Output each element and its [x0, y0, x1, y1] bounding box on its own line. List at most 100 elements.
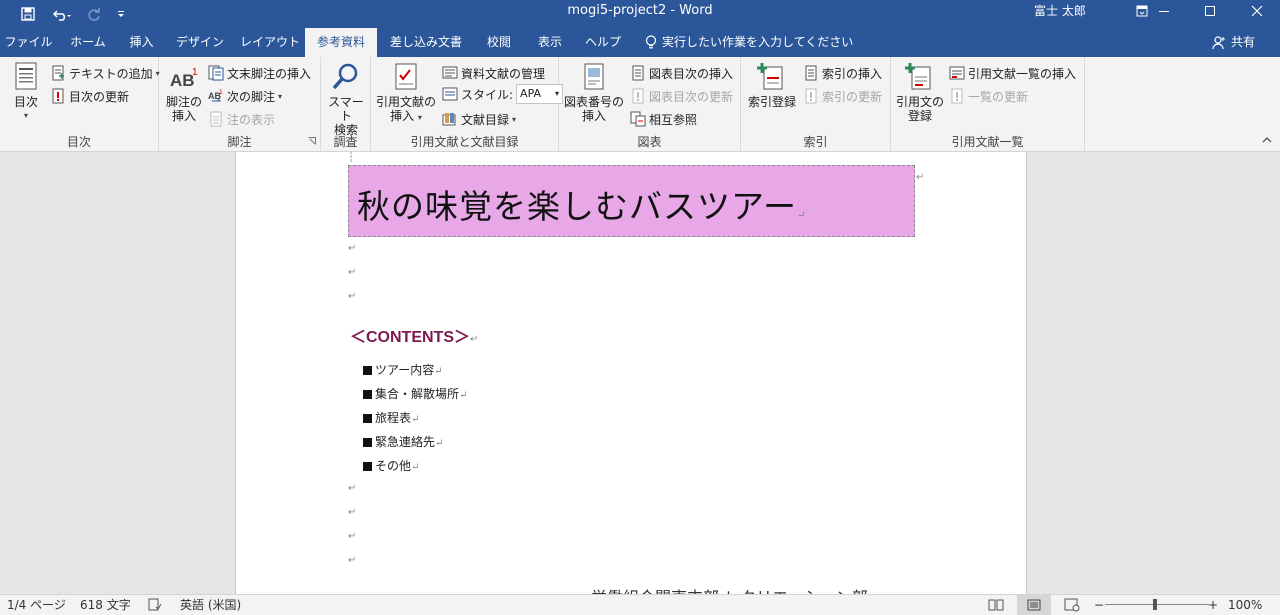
proofing-icon[interactable]	[148, 598, 162, 615]
insert-caption-label-2: 挿入	[581, 109, 606, 123]
zoom-in-button[interactable]: +	[1208, 595, 1218, 615]
style-selector: スタイル: APA ▾	[442, 84, 564, 104]
zoom-slider-thumb[interactable]	[1153, 599, 1157, 610]
group-toc: 目次 ▾ テキストの追加 ▾ 目次の更新 目次	[0, 57, 160, 152]
search-icon	[332, 63, 358, 90]
insert-citation-button[interactable]: 引用文献の 挿入 ▾	[375, 61, 437, 125]
mark-entry-icon	[757, 63, 783, 90]
table-of-contents-icon	[15, 62, 37, 90]
cross-reference-button[interactable]: 相互参照	[630, 109, 697, 129]
paragraph-mark: ↵	[411, 414, 420, 425]
insert-table-of-figures-button[interactable]: 図表目次の挿入	[630, 63, 733, 83]
list-item-text: その他	[375, 459, 412, 473]
show-notes-button[interactable]: 注の表示	[208, 109, 275, 129]
zoom-slider[interactable]	[1105, 604, 1209, 605]
tab-view[interactable]: 表示	[529, 28, 571, 57]
tell-me-search[interactable]: 実行したい作業を入力してください	[645, 28, 853, 57]
web-layout-icon[interactable]	[1064, 598, 1080, 615]
word-count[interactable]: 618 文字	[80, 595, 131, 615]
tab-design[interactable]: デザイン	[164, 28, 236, 57]
list-item: 旅程表↵	[363, 409, 419, 426]
update-toc-button[interactable]: 目次の更新	[50, 86, 129, 106]
show-notes-label: 注の表示	[227, 112, 276, 127]
show-notes-icon	[210, 111, 222, 127]
add-text-button[interactable]: テキストの追加 ▾	[50, 63, 160, 83]
print-layout-icon[interactable]	[1017, 595, 1051, 615]
page-count[interactable]: 1/4 ページ	[7, 595, 66, 615]
update-table-of-figures-button[interactable]: 図表目次の更新	[630, 86, 733, 106]
tab-mailings[interactable]: 差し込み文書	[381, 28, 471, 57]
square-bullet-icon	[363, 366, 372, 375]
paragraph-mark: ↵	[348, 531, 357, 542]
square-bullet-icon	[363, 390, 372, 399]
user-name[interactable]: 富士 太郎	[1034, 0, 1086, 22]
insert-endnote-label: 文末脚注の挿入	[227, 66, 312, 81]
insert-index-button[interactable]: 索引の挿入	[803, 63, 882, 83]
mark-citation-label-1: 引用文の	[895, 95, 944, 109]
manage-sources-icon	[442, 66, 458, 79]
insert-index-icon	[805, 65, 817, 81]
svg-text:1: 1	[219, 89, 223, 96]
update-index-button[interactable]: 索引の更新	[803, 86, 882, 106]
tab-insert[interactable]: 挿入	[119, 28, 164, 57]
tab-file[interactable]: ファイル	[0, 28, 57, 57]
collapse-ribbon-icon[interactable]	[1262, 133, 1272, 147]
dialog-launcher-icon[interactable]	[308, 134, 316, 148]
paragraph-mark: ↵	[348, 555, 357, 566]
insert-endnote-button[interactable]: 文末脚注の挿入	[208, 63, 311, 83]
update-table-icon	[52, 88, 64, 104]
next-footnote-button[interactable]: AB 1 次の脚注 ▾	[208, 86, 282, 106]
document-title-text: 秋の味覚を楽しむバスツアー	[357, 187, 798, 226]
square-bullet-icon	[363, 462, 372, 471]
list-item: 集合・解散場所↵	[363, 385, 467, 402]
insert-table-of-figures-label: 図表目次の挿入	[649, 66, 734, 81]
insert-footnote-button[interactable]: AB 1 脚注の 挿入	[163, 61, 205, 123]
group-label-table-of-authorities: 引用文献一覧	[951, 135, 1024, 149]
paragraph-mark: ┆	[348, 152, 355, 163]
maximize-icon[interactable]	[1187, 0, 1233, 22]
title-text-box[interactable]: 秋の味覚を楽しむバスツアー↵	[348, 165, 915, 237]
smart-lookup-label-1: スマート	[328, 95, 364, 123]
chevron-down-icon: ▾	[512, 114, 517, 124]
manage-sources-button[interactable]: 資料文献の管理	[442, 63, 545, 83]
tab-review[interactable]: 校閲	[478, 28, 520, 57]
citation-style-dropdown[interactable]: APA ▾	[516, 84, 564, 104]
person-icon	[1212, 35, 1225, 49]
document-page[interactable]: ┆ 秋の味覚を楽しむバスツアー↵ ↵ ↵ ↵ ↵ ＜CONTENTS＞↵ ツアー…	[235, 152, 1027, 594]
paragraph-mark: ↵	[459, 390, 468, 401]
document-area[interactable]: ┆ 秋の味覚を楽しむバスツアー↵ ↵ ↵ ↵ ↵ ＜CONTENTS＞↵ ツアー…	[0, 152, 1280, 594]
toc-button[interactable]: 目次 ▾	[8, 61, 44, 123]
read-mode-icon[interactable]	[988, 598, 1004, 615]
minimize-icon[interactable]	[1141, 0, 1187, 22]
update-table-of-authorities-button[interactable]: 一覧の更新	[949, 86, 1028, 106]
mark-entry-button[interactable]: 索引登録	[745, 61, 799, 109]
zoom-out-button[interactable]: −	[1094, 595, 1104, 615]
insert-caption-button[interactable]: 図表番号の 挿入	[563, 61, 625, 123]
bibliography-button[interactable]: 文献目録 ▾	[442, 109, 516, 129]
update-index-label: 索引の更新	[822, 89, 883, 104]
group-research: スマート 検索 調査	[321, 57, 371, 152]
tab-references[interactable]: 参考資料	[305, 28, 377, 57]
insert-index-label: 索引の挿入	[822, 66, 883, 81]
tab-layout[interactable]: レイアウト	[236, 28, 304, 57]
endnote-icon	[208, 65, 224, 81]
share-button[interactable]: 共有	[1212, 28, 1255, 57]
paragraph-mark: ↵	[434, 366, 443, 377]
insert-footnote-label-1: 脚注の	[165, 95, 202, 109]
paragraph-mark: ↵	[348, 507, 357, 518]
smart-lookup-button[interactable]: スマート 検索	[325, 61, 367, 137]
cross-reference-label: 相互参照	[649, 112, 698, 127]
contents-heading-text: ＜CONTENTS＞	[350, 329, 471, 346]
paragraph-mark: ↵	[916, 172, 925, 183]
tab-help[interactable]: ヘルプ	[581, 28, 625, 57]
insert-table-of-authorities-button[interactable]: 引用文献一覧の挿入	[949, 63, 1076, 83]
mark-citation-button[interactable]: 引用文の 登録	[895, 61, 945, 123]
group-citations: 引用文献の 挿入 ▾ 資料文献の管理 スタイル: APA ▾ 文献目録 ▾ 引用…	[371, 57, 564, 152]
bibliography-label: 文献目録	[461, 112, 510, 127]
zoom-level[interactable]: 100%	[1228, 595, 1262, 615]
close-icon[interactable]	[1234, 0, 1280, 22]
tab-home[interactable]: ホーム	[57, 28, 119, 57]
language-indicator[interactable]: 英語 (米国)	[180, 595, 241, 615]
list-item-text: ツアー内容	[375, 363, 435, 377]
manage-sources-label: 資料文献の管理	[461, 66, 546, 81]
